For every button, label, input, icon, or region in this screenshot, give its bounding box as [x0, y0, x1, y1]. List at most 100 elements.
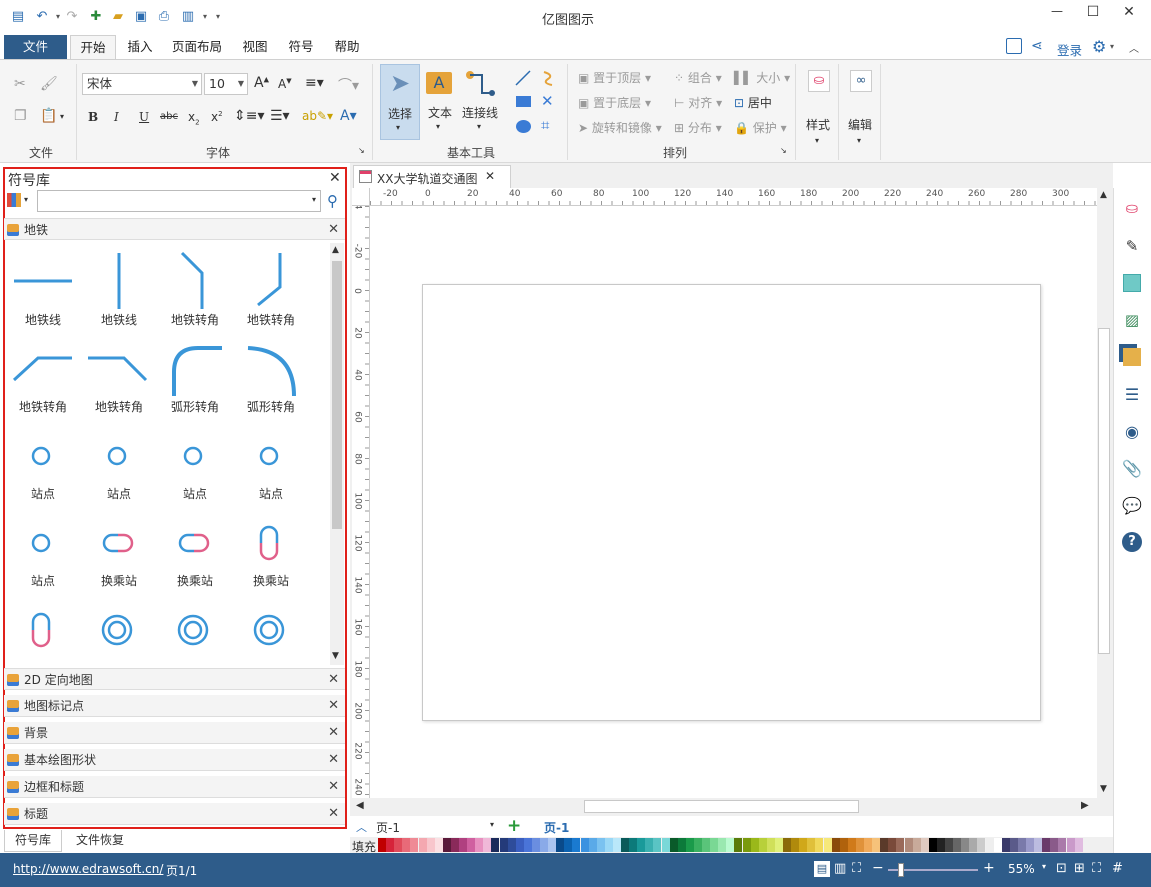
close-icon[interactable]: ✕ [328, 669, 339, 691]
settings-icon[interactable]: ⚙ [1092, 37, 1106, 56]
line-shape-icon[interactable] [514, 69, 532, 87]
library-category-subway[interactable]: 地铁 ✕ [4, 218, 345, 240]
attachment-panel-icon[interactable]: 📎 [1120, 456, 1144, 480]
shape-subway-corner-3[interactable]: 地铁转角 [5, 328, 81, 415]
group-button[interactable]: ⁘ 组合 ▾ [674, 69, 722, 86]
color-swatch[interactable] [523, 838, 532, 852]
strikethrough-icon[interactable]: abc [160, 111, 178, 122]
shape-subway-line-h[interactable]: 地铁线 [5, 241, 81, 328]
shape-station[interactable]: 站点 [81, 415, 157, 502]
color-swatch[interactable] [669, 838, 678, 852]
shape-arc-corner-2[interactable]: 弧形转角 [233, 328, 309, 415]
color-swatch[interactable] [750, 838, 759, 852]
close-icon[interactable]: ✕ [328, 695, 339, 717]
color-swatch[interactable] [459, 838, 467, 852]
color-swatch[interactable] [507, 838, 516, 852]
color-swatch[interactable] [394, 838, 403, 852]
color-swatch[interactable] [612, 838, 621, 852]
close-icon[interactable]: ✕ [328, 219, 339, 241]
crop-icon[interactable]: ⌗ [541, 116, 549, 134]
layer-panel-icon[interactable] [1120, 345, 1144, 369]
presentation-icon[interactable]: ⛶ [852, 861, 861, 876]
color-swatch[interactable] [1042, 838, 1051, 852]
connector-tool[interactable]: 连接线 ▾ [460, 64, 502, 140]
close-icon[interactable]: ✕ [328, 776, 339, 798]
scroll-down-icon[interactable]: ▼ [1100, 784, 1107, 794]
library-category[interactable]: 地图标记点 ✕ [4, 695, 345, 717]
color-swatch[interactable] [718, 838, 727, 852]
color-swatch[interactable] [1050, 838, 1059, 852]
customize-toolbar-icon[interactable]: ▾ [208, 6, 228, 26]
library-category-menu[interactable] [7, 193, 21, 207]
tab-home[interactable]: 开始 [70, 35, 116, 61]
cross-shape-icon[interactable]: ✕ [541, 92, 554, 110]
shape-transfer-station[interactable]: 换乘站 [157, 502, 233, 589]
color-swatch[interactable] [799, 838, 808, 852]
shape-double-ring[interactable] [81, 589, 157, 665]
chevron-down-icon[interactable]: ▾ [24, 195, 28, 204]
color-swatch[interactable] [491, 838, 500, 852]
scroll-right-icon[interactable]: ▶ [1081, 800, 1089, 811]
zoom-in-icon[interactable]: + [983, 860, 995, 876]
color-swatch[interactable] [483, 838, 492, 852]
color-swatch[interactable] [993, 838, 1002, 852]
color-swatch[interactable] [467, 838, 476, 852]
color-swatch[interactable] [661, 838, 670, 852]
color-swatch[interactable] [637, 838, 646, 852]
page-tab[interactable]: 页-1 [544, 819, 569, 836]
curve-shape-icon[interactable] [540, 69, 558, 87]
protect-button[interactable]: 🔒 保护 ▾ [734, 119, 787, 136]
color-swatch[interactable] [645, 838, 654, 852]
color-swatch[interactable] [515, 838, 524, 852]
shadow-panel-icon[interactable] [1120, 271, 1144, 295]
text-align-icon[interactable]: ≡▾ [305, 75, 324, 91]
fullscreen-icon[interactable]: ⛶ [1092, 861, 1101, 876]
color-swatch[interactable] [588, 838, 597, 852]
color-swatch[interactable] [823, 838, 832, 852]
color-swatch[interactable] [685, 838, 694, 852]
scroll-up-icon[interactable]: ▲ [332, 245, 339, 255]
color-swatch[interactable] [442, 838, 451, 852]
close-icon[interactable]: ✕ [328, 803, 339, 825]
color-swatch[interactable] [410, 838, 419, 852]
edit-button[interactable]: ∞ 编辑 ▾ [842, 64, 880, 154]
shape-double-ring[interactable] [157, 589, 233, 665]
rotate-flip-button[interactable]: ➤ 旋转和镜像 ▾ [578, 119, 662, 136]
library-scrollbar[interactable]: ▲ ▼ [330, 243, 344, 665]
arrange-dialog-icon[interactable]: ↘ [780, 146, 787, 155]
color-swatch[interactable] [1026, 838, 1034, 852]
color-swatch[interactable] [653, 838, 662, 852]
subscript-icon[interactable]: x2 [188, 110, 200, 126]
settings-dropdown-icon[interactable]: ▾ [1110, 42, 1114, 51]
color-swatch[interactable] [945, 838, 953, 852]
color-swatch[interactable] [531, 838, 540, 852]
color-swatch[interactable] [702, 838, 710, 852]
image-panel-icon[interactable]: ▨ [1120, 308, 1144, 332]
app-menu-icon[interactable]: ▤ [8, 6, 28, 26]
color-swatch[interactable] [766, 838, 775, 852]
text-tool[interactable]: A 文本 ▾ [422, 64, 458, 140]
align-button[interactable]: ⊢ 对齐 ▾ [674, 94, 722, 111]
scroll-up-icon[interactable]: ▲ [1100, 190, 1107, 200]
shape-transfer-station[interactable]: 换乘站 [81, 502, 157, 589]
scroll-thumb[interactable] [1098, 328, 1110, 654]
color-swatch[interactable] [604, 838, 613, 852]
grid-icon[interactable]: # [1112, 861, 1123, 876]
ellipse-shape-icon[interactable] [516, 120, 531, 133]
color-swatch[interactable] [791, 838, 800, 852]
shape-subway-line-v[interactable]: 地铁线 [81, 241, 157, 328]
bullet-list-icon[interactable]: ☰▾ [270, 108, 290, 124]
color-swatch[interactable] [426, 838, 435, 852]
fit-width-icon[interactable]: ⊞ [1074, 861, 1085, 876]
comment-panel-icon[interactable]: 💬 [1120, 493, 1144, 517]
zoom-out-icon[interactable]: − [872, 860, 884, 876]
style-button[interactable]: ⛀ 样式 ▾ [800, 64, 838, 154]
add-page-icon[interactable]: + [507, 816, 521, 836]
scroll-left-icon[interactable]: ◀ [356, 800, 364, 811]
shape-station[interactable]: 站点 [233, 415, 309, 502]
new-icon[interactable]: ✚ [86, 6, 106, 26]
highlight-icon[interactable]: ab✎▾ [302, 109, 333, 123]
search-icon[interactable]: ⚲ [327, 192, 338, 210]
color-swatch[interactable] [548, 838, 557, 852]
size-button[interactable]: ▌▌ 大小 ▾ [734, 69, 790, 86]
